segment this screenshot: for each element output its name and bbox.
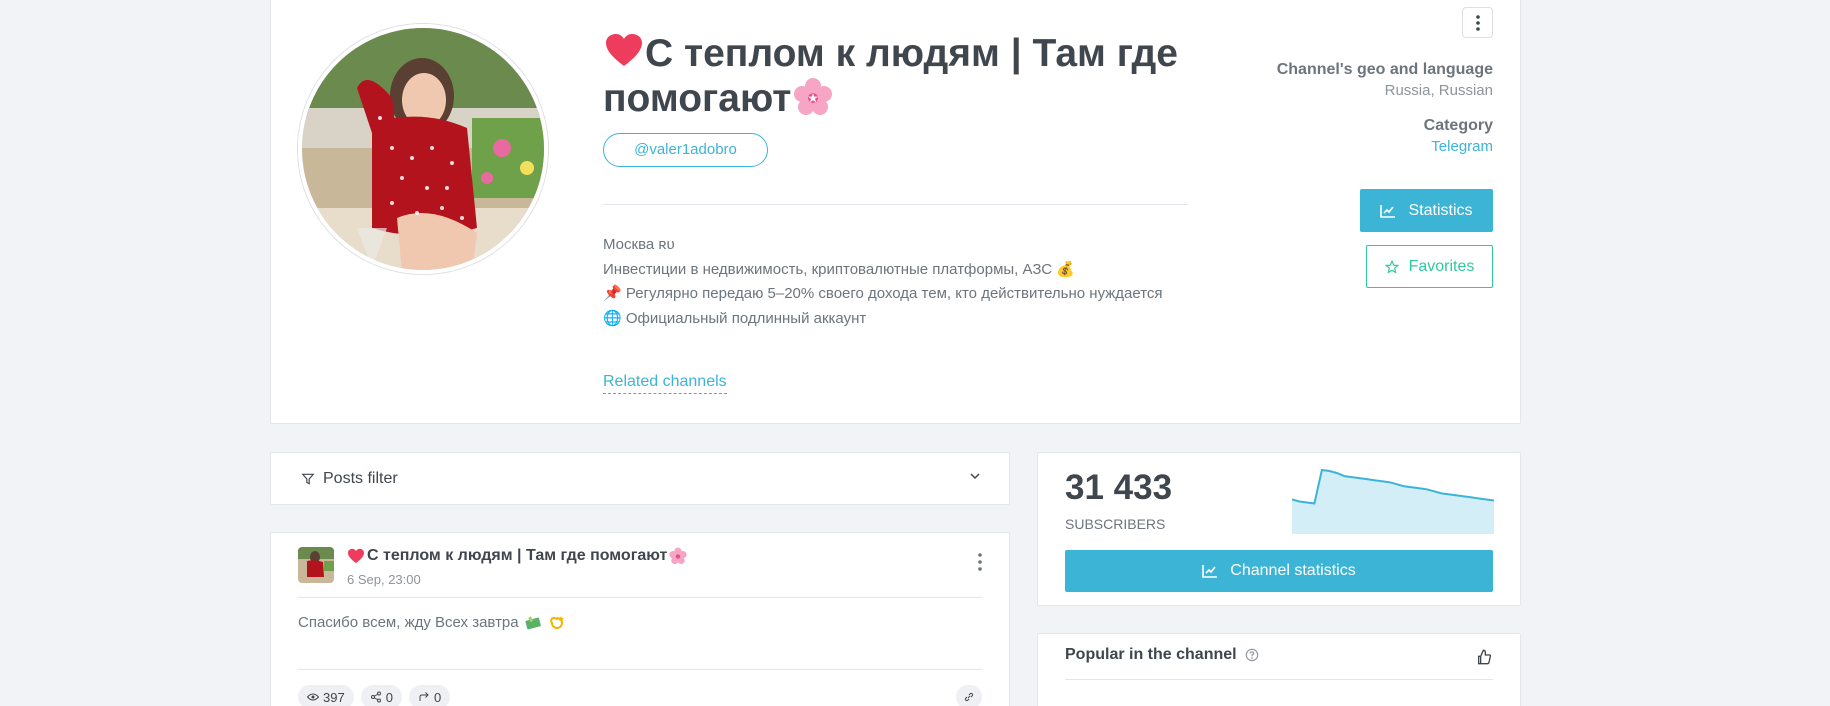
money-icon — [525, 615, 541, 629]
dizzy-icon — [549, 615, 564, 629]
post-text: Спасибо всем, жду Всех завтра — [298, 614, 565, 631]
channel-handle-link[interactable]: @valer1adobro — [603, 133, 768, 167]
line-chart-icon — [1380, 204, 1396, 218]
subscribers-label: SUBSCRIBERS — [1065, 516, 1166, 532]
divider — [603, 204, 1188, 205]
copy-link-button[interactable] — [956, 685, 982, 706]
heart-icon — [348, 548, 364, 564]
category-block: Category Telegram — [1424, 117, 1493, 155]
divider — [298, 669, 982, 670]
page-scrollbar[interactable] — [1813, 0, 1830, 706]
statistics-button[interactable]: Statistics — [1360, 189, 1493, 232]
description-line: Инвестиции в недвижимость, криптовалютны… — [603, 260, 1075, 278]
shares-counter[interactable]: 0 — [360, 685, 402, 706]
geo-label: Channel's geo and language — [1276, 61, 1493, 78]
channel-description: Москва ʀᴜ Инвестиции в недвижимость, кри… — [603, 233, 1163, 331]
posts-filter-label: Posts filter — [323, 470, 398, 487]
post-card: С теплом к людям | Там где помогают 6 Se… — [270, 532, 1010, 706]
category-label: Category — [1423, 117, 1493, 134]
channel-title: С теплом к людям | Там где помогают — [603, 32, 1178, 120]
subscribers-sparkline — [1292, 468, 1494, 534]
cherry-blossom-icon — [669, 547, 687, 565]
divider — [1065, 679, 1493, 680]
post-title[interactable]: С теплом к людям | Там где помогают — [347, 547, 687, 565]
filter-icon — [301, 473, 315, 485]
divider — [298, 597, 982, 598]
thumbs-up-icon[interactable] — [1476, 649, 1492, 665]
post-menu-icon[interactable] — [978, 553, 982, 571]
line-chart-icon — [1202, 565, 1218, 578]
channel-profile-card: С теплом к людям | Там где помогают @val… — [270, 0, 1521, 424]
subscribers-count: 31 433 — [1065, 468, 1173, 507]
favorites-button[interactable]: Favorites — [1366, 245, 1493, 288]
link-icon — [964, 692, 974, 702]
posts-filter-bar[interactable]: Posts filter — [270, 452, 1010, 505]
post-stats: 397 0 0 — [298, 685, 451, 706]
channel-avatar[interactable] — [298, 24, 548, 274]
heart-icon — [606, 34, 642, 66]
chevron-down-icon[interactable] — [969, 470, 981, 482]
geo-language-block: Channel's geo and language Russia, Russi… — [1277, 61, 1493, 99]
sparkline-area — [1292, 470, 1494, 534]
category-link[interactable]: Telegram — [1424, 138, 1493, 155]
star-icon — [1384, 259, 1399, 274]
subscribers-card: 31 433 SUBSCRIBERS Channel statistics — [1037, 452, 1521, 606]
geo-value: Russia, Russian — [1384, 82, 1493, 99]
post-date: 6 Sep, 23:00 — [347, 572, 421, 587]
popular-card: Popular in the channel — [1037, 633, 1521, 706]
eye-icon — [307, 693, 319, 701]
help-icon[interactable] — [1245, 648, 1259, 662]
description-line: 🌐 Официальный подлинный аккаунт — [603, 309, 867, 327]
views-counter[interactable]: 397 — [298, 685, 354, 706]
more-options-button[interactable] — [1462, 7, 1493, 38]
description-line: Москва ʀᴜ — [603, 236, 675, 253]
description-line: 📌 Регулярно передаю 5–20% своего дохода … — [603, 285, 1163, 302]
share-icon — [370, 691, 381, 703]
forwards-counter[interactable]: 0 — [408, 685, 451, 706]
cherry-blossom-icon — [794, 78, 833, 115]
popular-title: Popular in the channel — [1065, 646, 1259, 664]
post-avatar[interactable] — [298, 547, 334, 583]
forward-icon — [419, 692, 429, 701]
channel-statistics-button[interactable]: Channel statistics — [1065, 550, 1493, 592]
avatar-image — [302, 28, 544, 270]
vertical-dots-icon — [1475, 14, 1480, 31]
related-channels-link[interactable]: Related channels — [603, 373, 727, 394]
